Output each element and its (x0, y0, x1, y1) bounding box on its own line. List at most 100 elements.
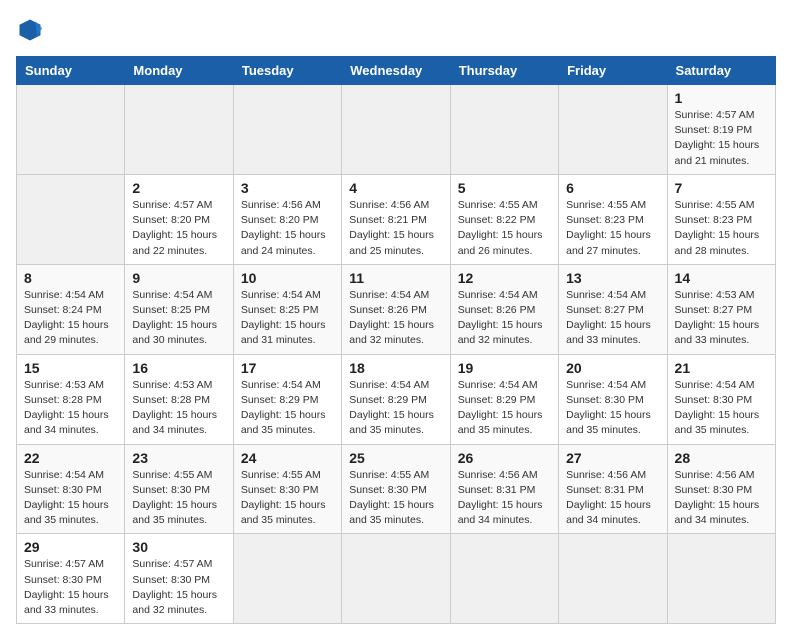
calendar-cell (667, 534, 775, 624)
logo-icon (16, 16, 44, 44)
calendar-cell: 6 Sunrise: 4:55 AMSunset: 8:23 PMDaylight… (559, 174, 667, 264)
day-detail: Sunrise: 4:54 AMSunset: 8:27 PMDaylight:… (566, 288, 659, 349)
day-detail: Sunrise: 4:55 AMSunset: 8:30 PMDaylight:… (241, 468, 334, 529)
calendar-week-1: 1 Sunrise: 4:57 AMSunset: 8:19 PMDaylight… (17, 85, 776, 175)
day-number: 3 (241, 180, 334, 196)
calendar-cell: 29Sunrise: 4:57 AMSunset: 8:30 PMDayligh… (17, 534, 125, 624)
day-number: 23 (132, 450, 225, 466)
day-detail: Sunrise: 4:55 AMSunset: 8:30 PMDaylight:… (132, 468, 225, 529)
calendar-cell (559, 85, 667, 175)
day-detail: Sunrise: 4:54 AMSunset: 8:29 PMDaylight:… (458, 378, 551, 439)
calendar-week-4: 15Sunrise: 4:53 AMSunset: 8:28 PMDayligh… (17, 354, 776, 444)
day-detail: Sunrise: 4:55 AMSunset: 8:30 PMDaylight:… (349, 468, 442, 529)
page-header (16, 16, 776, 44)
calendar-cell (233, 85, 341, 175)
calendar-cell: 22 Sunrise: 4:54 AMSunset: 8:30 PMDayligh… (17, 444, 125, 534)
day-number: 26 (458, 450, 551, 466)
calendar-cell: 15Sunrise: 4:53 AMSunset: 8:28 PMDayligh… (17, 354, 125, 444)
calendar-body: 1 Sunrise: 4:57 AMSunset: 8:19 PMDaylight… (17, 85, 776, 624)
day-detail: Sunrise: 4:56 AMSunset: 8:20 PMDaylight:… (241, 198, 334, 259)
day-detail: Sunrise: 4:57 AMSunset: 8:20 PMDaylight:… (132, 198, 225, 259)
calendar-cell: 19 Sunrise: 4:54 AMSunset: 8:29 PMDayligh… (450, 354, 558, 444)
day-detail: Sunrise: 4:55 AMSunset: 8:23 PMDaylight:… (675, 198, 768, 259)
day-detail: Sunrise: 4:54 AMSunset: 8:30 PMDaylight:… (566, 378, 659, 439)
calendar-cell: 8Sunrise: 4:54 AMSunset: 8:24 PMDaylight… (17, 264, 125, 354)
calendar-cell: 10 Sunrise: 4:54 AMSunset: 8:25 PMDayligh… (233, 264, 341, 354)
day-number: 12 (458, 270, 551, 286)
day-detail: Sunrise: 4:54 AMSunset: 8:30 PMDaylight:… (24, 468, 117, 529)
day-number: 22 (24, 450, 117, 466)
calendar-cell: 28 Sunrise: 4:56 AMSunset: 8:30 PMDayligh… (667, 444, 775, 534)
day-number: 7 (675, 180, 768, 196)
day-number: 19 (458, 360, 551, 376)
calendar-header: SundayMondayTuesdayWednesdayThursdayFrid… (17, 57, 776, 85)
day-detail: Sunrise: 4:54 AMSunset: 8:29 PMDaylight:… (241, 378, 334, 439)
header-cell-tuesday: Tuesday (233, 57, 341, 85)
calendar-cell: 24 Sunrise: 4:55 AMSunset: 8:30 PMDayligh… (233, 444, 341, 534)
day-number: 24 (241, 450, 334, 466)
day-detail: Sunrise: 4:57 AMSunset: 8:19 PMDaylight:… (675, 108, 768, 169)
calendar-cell: 20Sunrise: 4:54 AMSunset: 8:30 PMDayligh… (559, 354, 667, 444)
day-number: 21 (675, 360, 768, 376)
day-number: 2 (132, 180, 225, 196)
day-detail: Sunrise: 4:54 AMSunset: 8:29 PMDaylight:… (349, 378, 442, 439)
calendar-cell: 23 Sunrise: 4:55 AMSunset: 8:30 PMDayligh… (125, 444, 233, 534)
header-cell-thursday: Thursday (450, 57, 558, 85)
day-number: 11 (349, 270, 442, 286)
calendar-cell (125, 85, 233, 175)
calendar-cell: 25 Sunrise: 4:55 AMSunset: 8:30 PMDayligh… (342, 444, 450, 534)
day-number: 28 (675, 450, 768, 466)
calendar-week-3: 8Sunrise: 4:54 AMSunset: 8:24 PMDaylight… (17, 264, 776, 354)
header-cell-friday: Friday (559, 57, 667, 85)
calendar-cell (17, 174, 125, 264)
header-cell-sunday: Sunday (17, 57, 125, 85)
day-number: 6 (566, 180, 659, 196)
calendar-cell (17, 85, 125, 175)
calendar-table: SundayMondayTuesdayWednesdayThursdayFrid… (16, 56, 776, 624)
day-detail: Sunrise: 4:54 AMSunset: 8:25 PMDaylight:… (241, 288, 334, 349)
day-number: 1 (675, 90, 768, 106)
day-detail: Sunrise: 4:54 AMSunset: 8:26 PMDaylight:… (458, 288, 551, 349)
calendar-week-5: 22 Sunrise: 4:54 AMSunset: 8:30 PMDayligh… (17, 444, 776, 534)
day-number: 5 (458, 180, 551, 196)
calendar-cell (342, 534, 450, 624)
day-number: 16 (132, 360, 225, 376)
day-number: 25 (349, 450, 442, 466)
day-number: 10 (241, 270, 334, 286)
day-detail: Sunrise: 4:54 AMSunset: 8:25 PMDaylight:… (132, 288, 225, 349)
calendar-cell: 2 Sunrise: 4:57 AMSunset: 8:20 PMDaylight… (125, 174, 233, 264)
calendar-cell: 4Sunrise: 4:56 AMSunset: 8:21 PMDaylight… (342, 174, 450, 264)
header-row: SundayMondayTuesdayWednesdayThursdayFrid… (17, 57, 776, 85)
calendar-cell: 1 Sunrise: 4:57 AMSunset: 8:19 PMDaylight… (667, 85, 775, 175)
calendar-cell: 7 Sunrise: 4:55 AMSunset: 8:23 PMDaylight… (667, 174, 775, 264)
day-number: 18 (349, 360, 442, 376)
calendar-cell: 16Sunrise: 4:53 AMSunset: 8:28 PMDayligh… (125, 354, 233, 444)
calendar-cell (450, 85, 558, 175)
day-number: 30 (132, 539, 225, 555)
calendar-cell: 5 Sunrise: 4:55 AMSunset: 8:22 PMDaylight… (450, 174, 558, 264)
day-number: 27 (566, 450, 659, 466)
calendar-cell: 3 Sunrise: 4:56 AMSunset: 8:20 PMDaylight… (233, 174, 341, 264)
day-number: 4 (349, 180, 442, 196)
calendar-cell: 9 Sunrise: 4:54 AMSunset: 8:25 PMDaylight… (125, 264, 233, 354)
day-detail: Sunrise: 4:53 AMSunset: 8:27 PMDaylight:… (675, 288, 768, 349)
calendar-cell (559, 534, 667, 624)
day-detail: Sunrise: 4:55 AMSunset: 8:22 PMDaylight:… (458, 198, 551, 259)
day-number: 17 (241, 360, 334, 376)
calendar-cell: 13Sunrise: 4:54 AMSunset: 8:27 PMDayligh… (559, 264, 667, 354)
calendar-cell (233, 534, 341, 624)
day-detail: Sunrise: 4:57 AMSunset: 8:30 PMDaylight:… (132, 557, 225, 618)
day-detail: Sunrise: 4:55 AMSunset: 8:23 PMDaylight:… (566, 198, 659, 259)
calendar-cell: 11Sunrise: 4:54 AMSunset: 8:26 PMDayligh… (342, 264, 450, 354)
calendar-cell: 12 Sunrise: 4:54 AMSunset: 8:26 PMDayligh… (450, 264, 558, 354)
day-detail: Sunrise: 4:56 AMSunset: 8:31 PMDaylight:… (458, 468, 551, 529)
day-detail: Sunrise: 4:57 AMSunset: 8:30 PMDaylight:… (24, 557, 117, 618)
day-detail: Sunrise: 4:54 AMSunset: 8:24 PMDaylight:… (24, 288, 117, 349)
calendar-cell: 26 Sunrise: 4:56 AMSunset: 8:31 PMDayligh… (450, 444, 558, 534)
day-number: 14 (675, 270, 768, 286)
calendar-cell: 27Sunrise: 4:56 AMSunset: 8:31 PMDayligh… (559, 444, 667, 534)
day-number: 9 (132, 270, 225, 286)
calendar-cell: 30 Sunrise: 4:57 AMSunset: 8:30 PMDayligh… (125, 534, 233, 624)
day-detail: Sunrise: 4:56 AMSunset: 8:30 PMDaylight:… (675, 468, 768, 529)
calendar-cell: 21Sunrise: 4:54 AMSunset: 8:30 PMDayligh… (667, 354, 775, 444)
